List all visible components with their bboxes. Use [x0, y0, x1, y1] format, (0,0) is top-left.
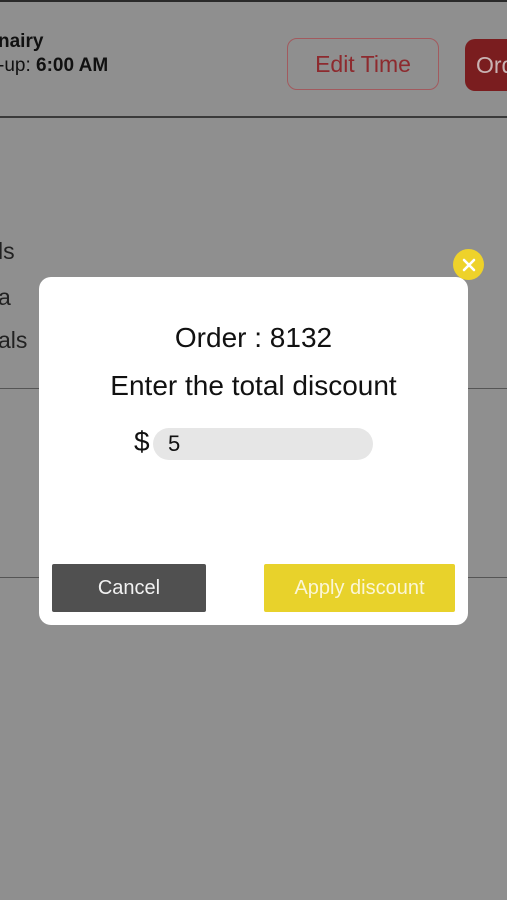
pickup-prefix: -up: [0, 55, 31, 76]
customer-name: nairy [0, 31, 44, 52]
top-divider [0, 0, 507, 2]
background-label-2: a [0, 284, 11, 310]
edit-time-button[interactable]: Edit Time [287, 38, 439, 90]
cancel-button[interactable]: Cancel [52, 564, 206, 612]
background-label-3: als [0, 327, 28, 353]
order-button[interactable]: Ord [465, 39, 507, 91]
order-number-title: Order : 8132 [174, 322, 333, 353]
pickup-time: 6:00 AM [36, 55, 109, 76]
apply-discount-button[interactable]: Apply discount [264, 564, 455, 612]
close-icon [462, 258, 475, 271]
currency-symbol: $ [134, 426, 150, 457]
discount-prompt: Enter the total discount [110, 370, 397, 401]
background-label-1: ls [0, 238, 15, 264]
discount-amount-input[interactable] [153, 428, 373, 460]
discount-dialog: Order : 8132 Enter the total discount $ … [39, 277, 468, 625]
pickup-time-line: -up: 6:00 AM [0, 55, 108, 77]
close-dialog-button[interactable] [453, 249, 484, 280]
header-divider [0, 116, 507, 118]
